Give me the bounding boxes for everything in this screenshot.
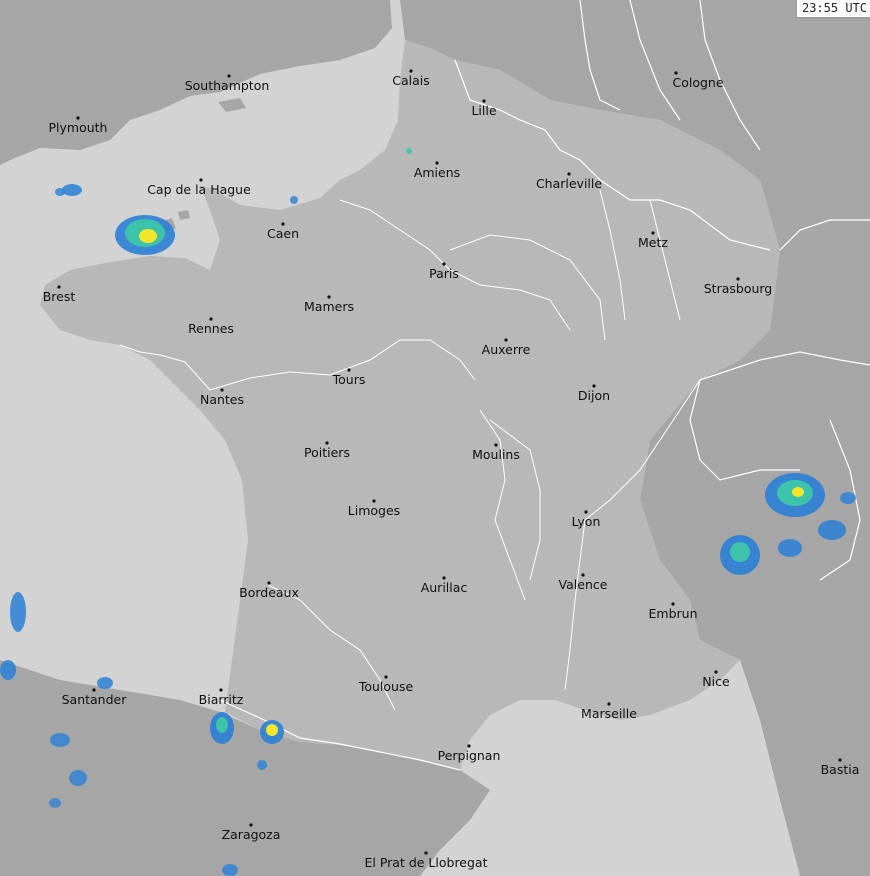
city-label: Nice [702,674,730,689]
radar-echo [730,542,750,562]
radar-echo [840,492,856,504]
city-label: Amiens [414,165,460,180]
radar-echo [49,798,61,808]
radar-echo [10,592,26,632]
city-label: Auxerre [482,342,531,357]
city-label: Lyon [572,514,601,529]
radar-echo [222,864,238,876]
city-label: Tours [332,372,366,387]
map-canvas: Southampton Calais Cologne Plymouth Lille Ami… [0,0,870,876]
city-label: Aurillac [421,580,468,595]
radar-echo [139,229,157,243]
city-label: Marseille [581,706,637,721]
city-label: Biarritz [199,692,244,707]
city-label: Bordeaux [239,585,299,600]
city-label: El Prat de Llobregat [364,855,487,870]
city-label: Caen [267,226,299,241]
city-label: Calais [392,73,430,88]
radar-echo [266,724,278,736]
city-label: Nantes [200,392,244,407]
city-label: Lille [471,103,496,118]
radar-echo [0,660,16,680]
radar-echo [97,677,113,689]
city-label: Santander [62,692,128,707]
city-label: Embrun [649,606,698,621]
radar-map[interactable]: Southampton Calais Cologne Plymouth Lille Ami… [0,0,870,876]
radar-echo [62,184,82,196]
city-label: Toulouse [358,679,414,694]
city-label: Plymouth [49,120,108,135]
city-label: Cap de la Hague [147,182,251,197]
radar-echo [818,520,846,540]
city-label: Poitiers [304,445,350,460]
city-label: Rennes [188,321,234,336]
city-label: Mamers [304,299,354,314]
radar-echo [50,733,70,747]
city-label: Paris [429,266,459,281]
city-label: Bastia [821,762,860,777]
radar-echo [216,717,228,733]
city-label: Charleville [536,176,602,191]
city-label: Strasbourg [704,281,773,296]
city-label: Dijon [578,388,610,403]
city-label: Metz [638,235,668,250]
city-label: Brest [43,289,76,304]
city-label: Perpignan [438,748,501,763]
city-label: Southampton [185,78,270,93]
radar-echo [257,760,267,770]
timestamp-label: 23:55 UTC [795,0,870,18]
radar-echo [290,196,298,204]
city-label: Valence [559,577,608,592]
radar-echo [69,770,87,786]
city-label: Cologne [672,75,723,90]
city-label: Zaragoza [222,827,281,842]
radar-echo [778,539,802,557]
radar-echo [792,487,804,497]
radar-echo [55,188,65,196]
radar-echo [406,148,412,154]
city-label: Limoges [348,503,400,518]
city-label: Moulins [472,447,520,462]
